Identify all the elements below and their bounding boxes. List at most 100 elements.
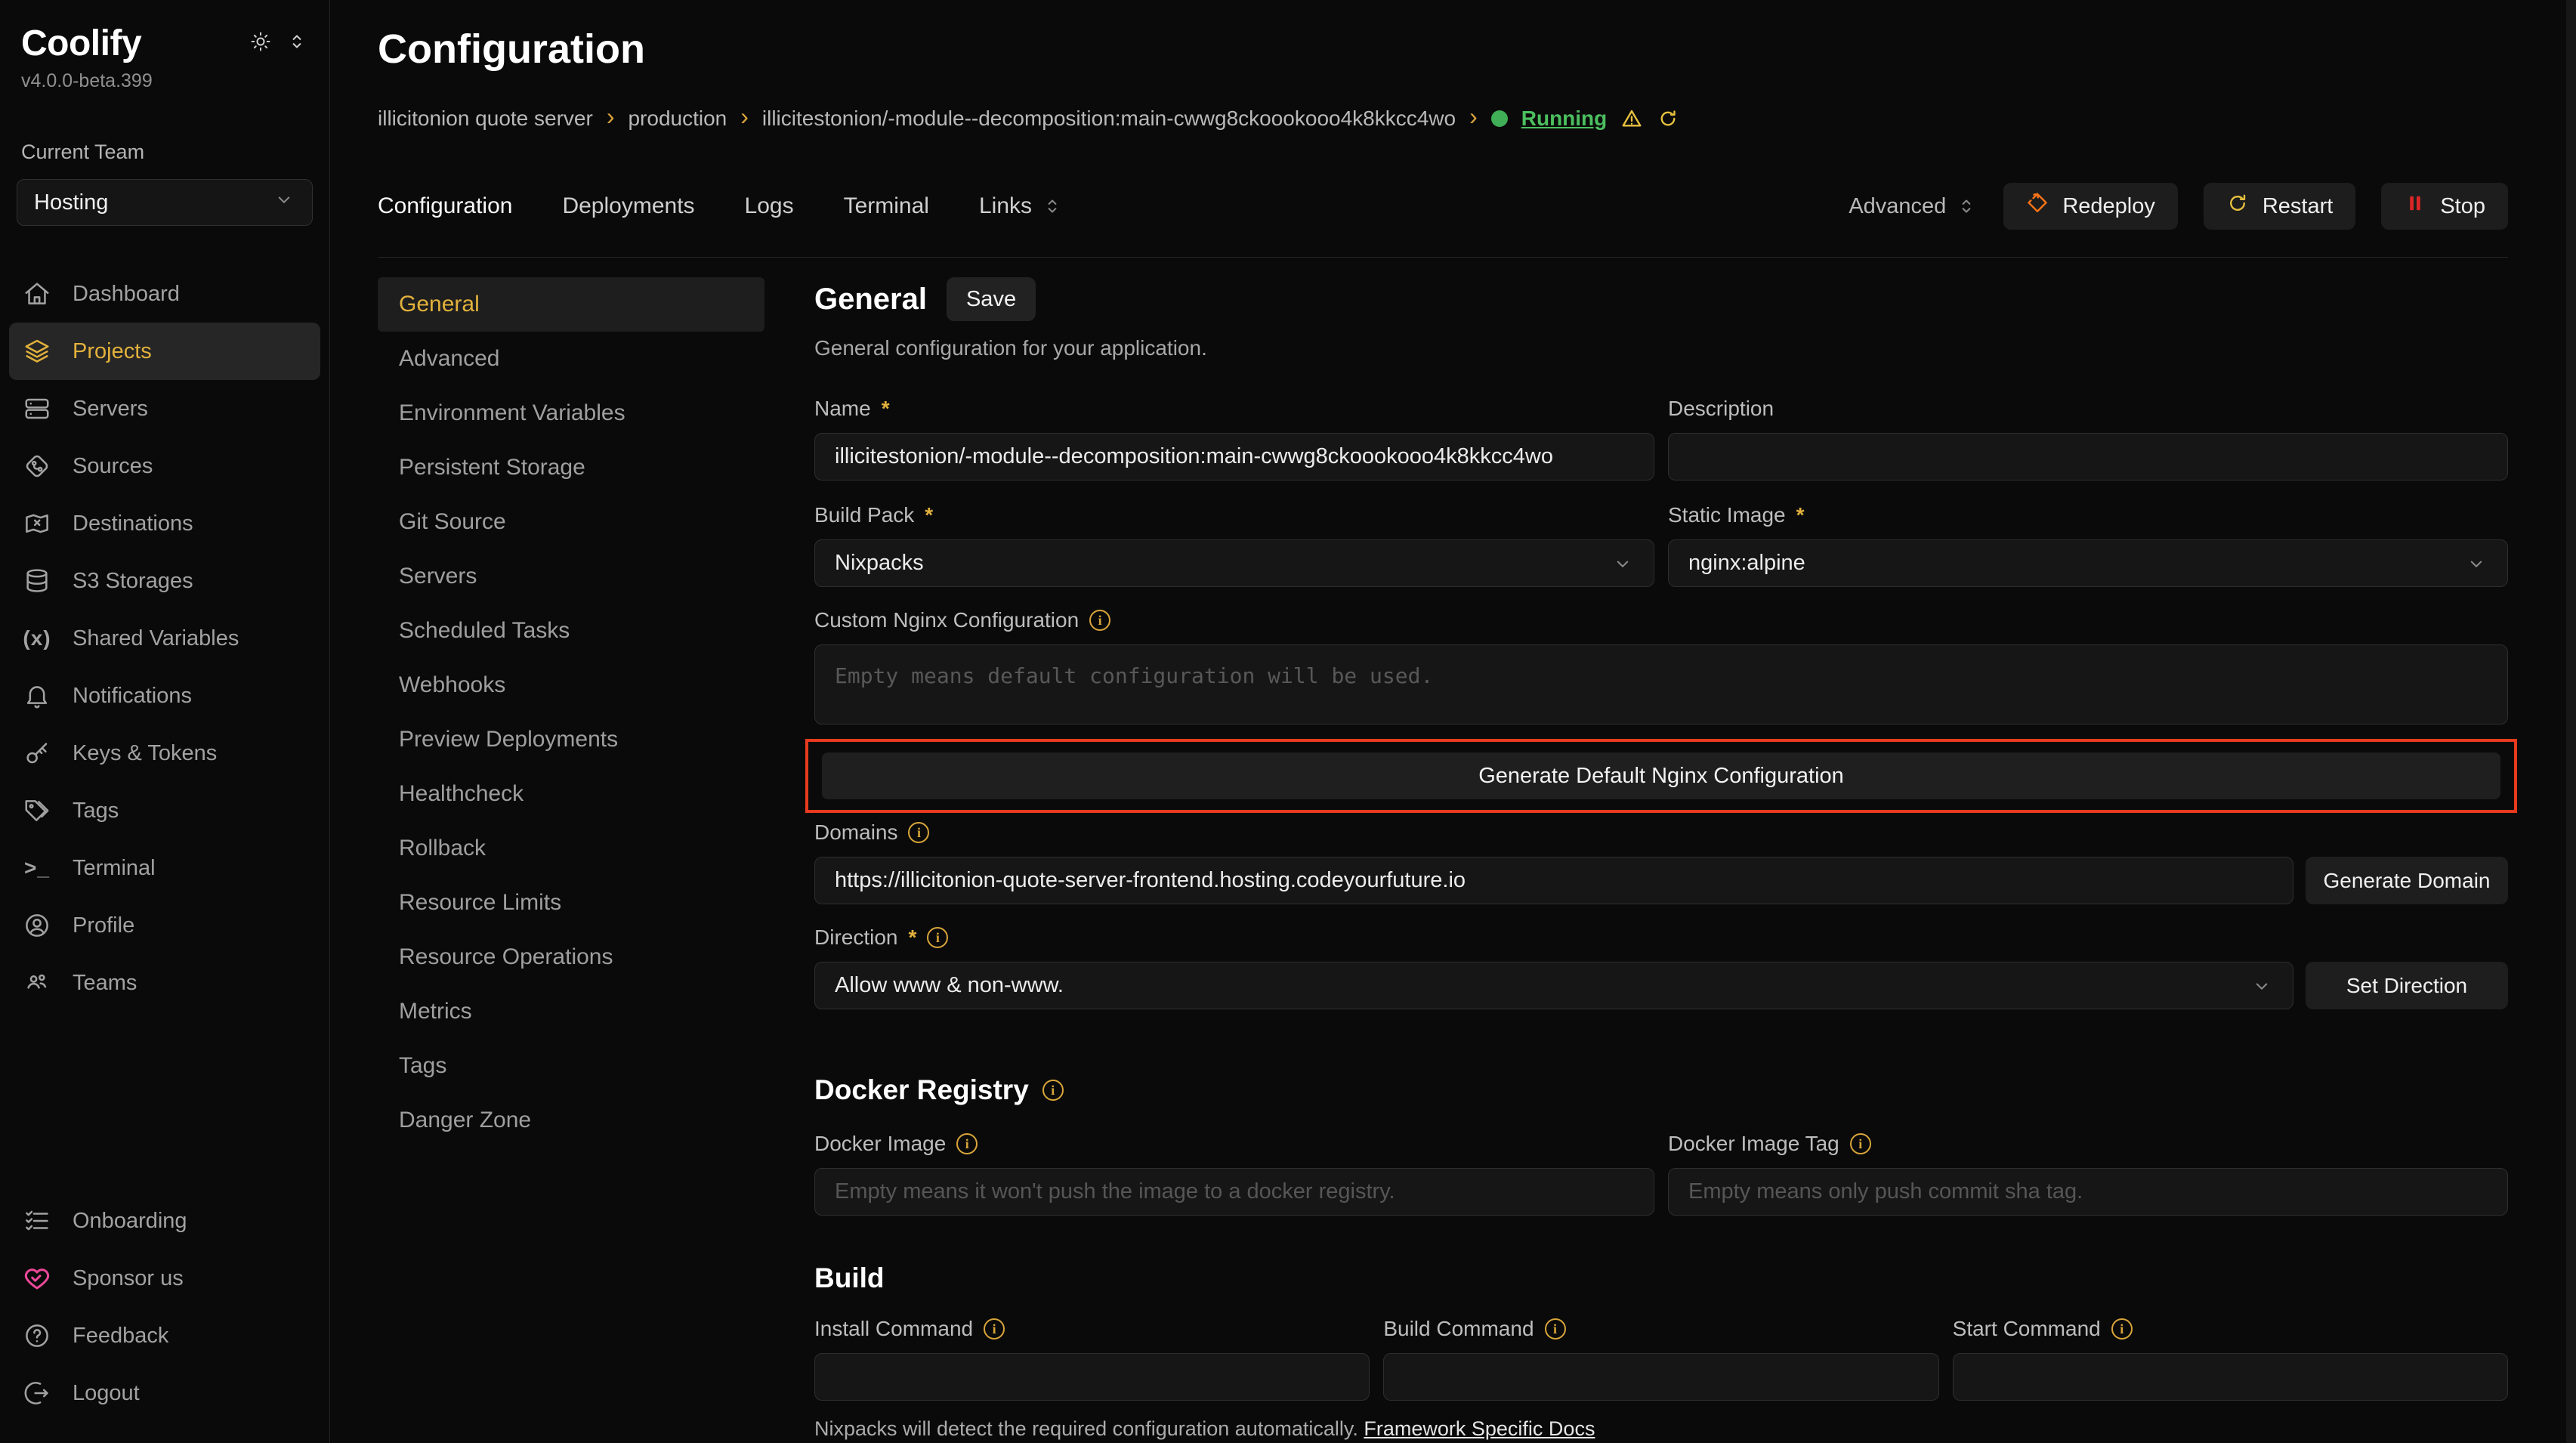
theme-toggle-sun-icon[interactable]: [249, 30, 272, 57]
sidebar-item-s3-storages[interactable]: S3 Storages: [9, 552, 320, 610]
map-icon: [21, 509, 53, 538]
description-input[interactable]: [1668, 433, 2508, 480]
set-direction-button[interactable]: Set Direction: [2306, 962, 2508, 1009]
redeploy-button[interactable]: Redeploy: [2003, 183, 2178, 230]
users-icon: [21, 969, 53, 997]
sidebar-item-profile[interactable]: Profile: [9, 897, 320, 954]
tab-bar: Configuration Deployments Logs Terminal …: [378, 183, 2508, 230]
subnav-preview-deployments[interactable]: Preview Deployments: [378, 712, 764, 767]
tab-deployments[interactable]: Deployments: [562, 193, 694, 219]
info-icon[interactable]: i: [908, 822, 929, 843]
warning-icon[interactable]: [1620, 107, 1643, 130]
sidebar-item-destinations[interactable]: Destinations: [9, 495, 320, 552]
info-icon[interactable]: i: [927, 927, 948, 948]
tab-terminal[interactable]: Terminal: [844, 193, 929, 219]
subnav-servers[interactable]: Servers: [378, 549, 764, 604]
tab-configuration[interactable]: Configuration: [378, 193, 512, 219]
bell-icon: [21, 681, 53, 710]
subnav-general[interactable]: General: [378, 277, 764, 332]
build-command-label: Build Command: [1383, 1317, 1534, 1341]
sidebar-item-servers[interactable]: Servers: [9, 380, 320, 437]
chevron-down-icon: [2250, 975, 2273, 997]
generate-domain-button[interactable]: Generate Domain: [2306, 857, 2508, 904]
info-icon[interactable]: i: [1545, 1318, 1566, 1339]
sidebar-item-shared-variables[interactable]: (x) Shared Variables: [9, 610, 320, 667]
subnav-persistent-storage[interactable]: Persistent Storage: [378, 440, 764, 495]
tab-links[interactable]: Links: [979, 193, 1064, 219]
home-icon: [21, 280, 53, 308]
static-image-label: Static Image: [1668, 503, 1786, 527]
info-icon[interactable]: i: [1042, 1080, 1064, 1101]
subnav-advanced[interactable]: Advanced: [378, 332, 764, 386]
sidebar-item-logout[interactable]: Logout: [9, 1364, 320, 1422]
breadcrumb-project[interactable]: illicitonion quote server: [378, 107, 593, 131]
stop-button[interactable]: Stop: [2381, 183, 2508, 230]
nginx-config-textarea[interactable]: [814, 644, 2508, 725]
subnav-environment-variables[interactable]: Environment Variables: [378, 386, 764, 440]
info-icon[interactable]: i: [2111, 1318, 2133, 1339]
breadcrumb-application[interactable]: illicitestonion/-module--decomposition:m…: [762, 107, 1456, 131]
static-image-select[interactable]: nginx:alpine: [1668, 539, 2508, 587]
chevron-right-icon: ›: [1469, 104, 1478, 133]
chevron-down-icon: [2465, 552, 2488, 575]
sidebar-item-sponsor[interactable]: Sponsor us: [9, 1250, 320, 1307]
build-pack-select[interactable]: Nixpacks: [814, 539, 1654, 587]
info-icon[interactable]: i: [1089, 610, 1110, 631]
restart-icon: [2226, 192, 2249, 221]
info-icon[interactable]: i: [1850, 1133, 1871, 1154]
install-command-label: Install Command: [814, 1317, 973, 1341]
docker-registry-heading: Docker Registry: [814, 1074, 1029, 1106]
name-label: Name: [814, 397, 871, 421]
subnav-git-source[interactable]: Git Source: [378, 495, 764, 549]
subnav-rollback[interactable]: Rollback: [378, 821, 764, 876]
sidebar-item-dashboard[interactable]: Dashboard: [9, 265, 320, 323]
app-version: v4.0.0-beta.399: [0, 64, 329, 92]
install-command-input[interactable]: [814, 1353, 1370, 1401]
save-button[interactable]: Save: [947, 277, 1036, 321]
build-command-input[interactable]: [1383, 1353, 1938, 1401]
sidebar-item-terminal[interactable]: >_ Terminal: [9, 839, 320, 897]
subnav-danger-zone[interactable]: Danger Zone: [378, 1093, 764, 1148]
direction-label: Direction: [814, 925, 897, 950]
team-select[interactable]: Hosting: [17, 179, 313, 226]
breadcrumb-environment[interactable]: production: [628, 107, 727, 131]
sidebar-item-tags[interactable]: Tags: [9, 782, 320, 839]
sidebar-item-keys-tokens[interactable]: Keys & Tokens: [9, 725, 320, 782]
direction-select[interactable]: Allow www & non-www.: [814, 962, 2293, 1009]
status-badge[interactable]: Running: [1521, 107, 1608, 131]
sidebar-item-sources[interactable]: Sources: [9, 437, 320, 495]
domains-input[interactable]: [814, 857, 2293, 904]
scrollbar[interactable]: [2566, 0, 2576, 1443]
subnav-metrics[interactable]: Metrics: [378, 984, 764, 1039]
framework-docs-link[interactable]: Framework Specific Docs: [1364, 1417, 1595, 1440]
docker-image-tag-input[interactable]: [1668, 1168, 2508, 1216]
chevron-down-icon: [1611, 552, 1634, 575]
sidebar-item-notifications[interactable]: Notifications: [9, 667, 320, 725]
build-heading: Build: [814, 1262, 884, 1294]
tab-logs[interactable]: Logs: [745, 193, 794, 219]
info-icon[interactable]: i: [984, 1318, 1005, 1339]
subnav-tags[interactable]: Tags: [378, 1039, 764, 1093]
sidebar-item-onboarding[interactable]: Onboarding: [9, 1192, 320, 1250]
database-icon: [21, 567, 53, 595]
subnav-resource-limits[interactable]: Resource Limits: [378, 876, 764, 930]
subnav-webhooks[interactable]: Webhooks: [378, 658, 764, 712]
docker-image-input[interactable]: [814, 1168, 1654, 1216]
subnav-resource-operations[interactable]: Resource Operations: [378, 930, 764, 984]
sidebar-item-projects[interactable]: Projects: [9, 323, 320, 380]
name-input[interactable]: [814, 433, 1654, 480]
generate-nginx-config-button[interactable]: Generate Default Nginx Configuration: [822, 752, 2500, 799]
subnav-scheduled-tasks[interactable]: Scheduled Tasks: [378, 604, 764, 658]
restart-button[interactable]: Restart: [2204, 183, 2355, 230]
sidebar-item-teams[interactable]: Teams: [9, 954, 320, 1012]
nginx-config-label: Custom Nginx Configuration: [814, 608, 1079, 632]
sidebar-item-feedback[interactable]: Feedback: [9, 1307, 320, 1364]
refresh-icon[interactable]: [1657, 107, 1679, 130]
start-command-input[interactable]: [1953, 1353, 2508, 1401]
sidebar-collapse-icon[interactable]: [286, 30, 308, 57]
subnav-healthcheck[interactable]: Healthcheck: [378, 767, 764, 821]
checklist-icon: [21, 1207, 53, 1235]
sidebar-menu: Dashboard Projects Servers Sources Desti…: [0, 265, 329, 1012]
info-icon[interactable]: i: [956, 1133, 978, 1154]
advanced-dropdown[interactable]: Advanced: [1849, 194, 1978, 219]
